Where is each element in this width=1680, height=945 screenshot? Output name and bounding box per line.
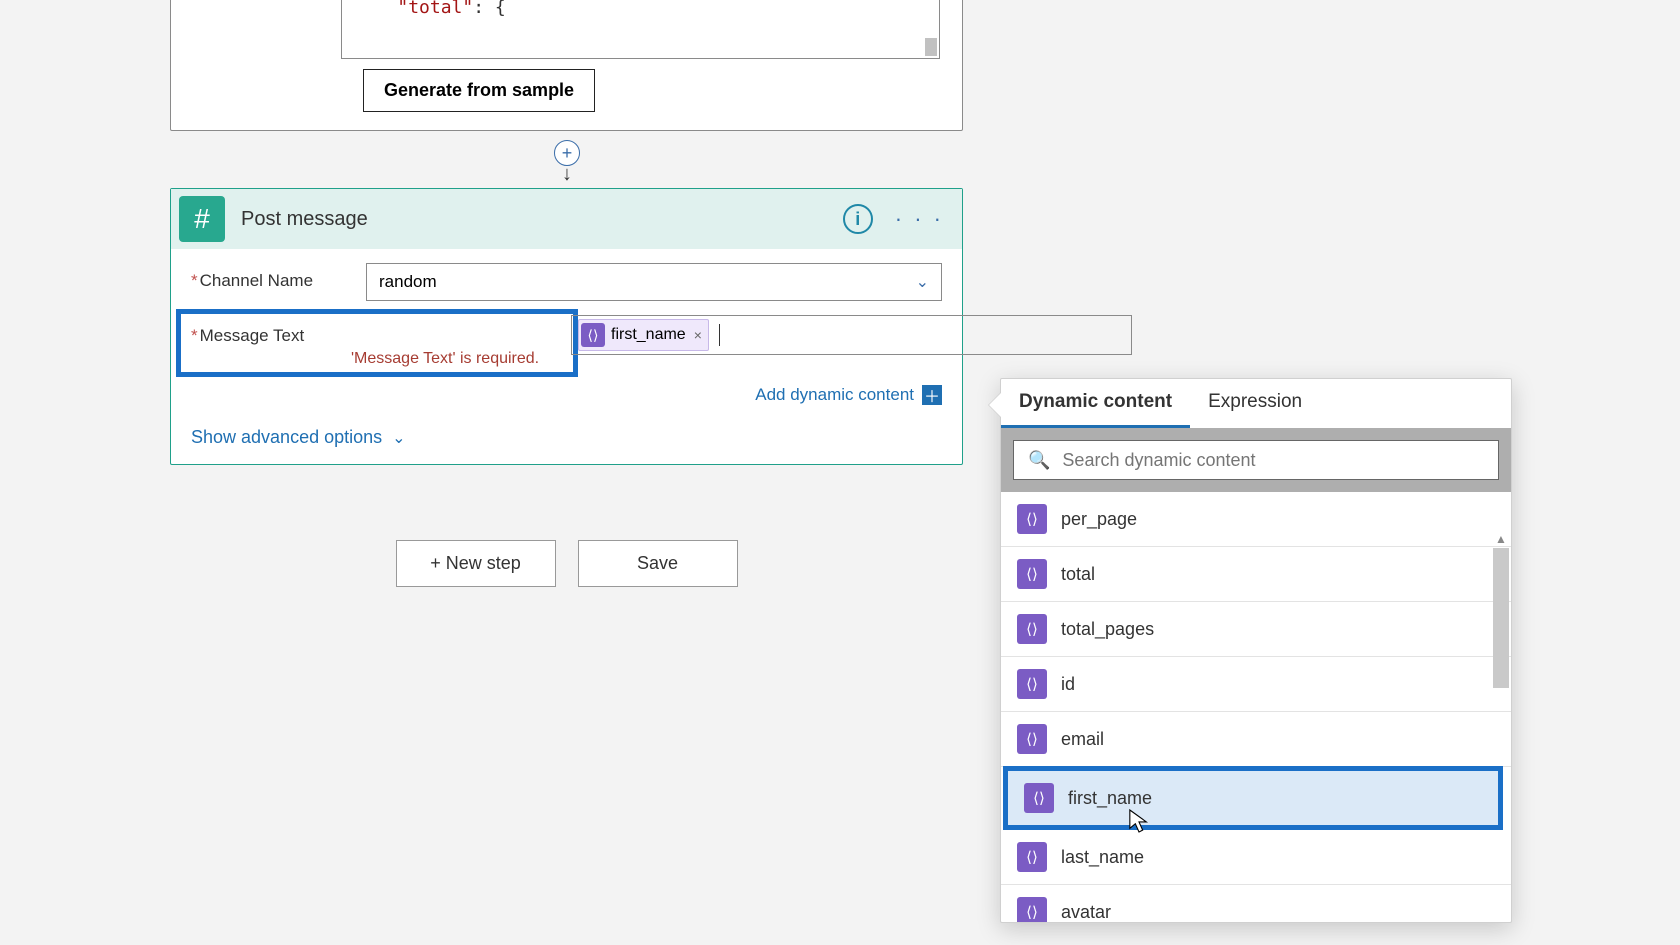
dynamic-item-total[interactable]: ⟨⟩ total — [1001, 547, 1511, 602]
dynamic-item-label: total_pages — [1061, 619, 1154, 640]
token-icon: ⟨⟩ — [1017, 504, 1047, 534]
dynamic-item-label: first_name — [1068, 788, 1152, 809]
chevron-down-icon: ⌄ — [916, 272, 929, 292]
message-text-row: *Message Text 'Message Text' is required… — [191, 309, 942, 377]
popup-tabs: Dynamic content Expression — [1001, 379, 1511, 428]
slack-icon: # — [179, 196, 225, 242]
info-icon[interactable]: i — [843, 204, 873, 234]
post-message-card: # Post message i · · · *Channel Name ran… — [170, 188, 963, 465]
token-icon: ⟨⟩ — [1017, 842, 1047, 872]
new-step-button[interactable]: + New step — [396, 540, 556, 587]
arrow-down-icon: ↓ — [562, 164, 572, 184]
dynamic-item-label: per_page — [1061, 509, 1137, 530]
token-remove-icon[interactable]: × — [694, 327, 702, 343]
search-box[interactable]: 🔍 — [1013, 440, 1499, 480]
dynamic-item-label: id — [1061, 674, 1075, 695]
token-label: first_name — [611, 326, 686, 344]
dynamic-item-avatar[interactable]: ⟨⟩ avatar — [1001, 885, 1511, 922]
scroll-up-icon[interactable]: ▲ — [1495, 532, 1507, 546]
channel-name-value: random — [379, 272, 437, 292]
more-menu-icon[interactable]: · · · — [895, 206, 944, 232]
chevron-down-icon: ⌄ — [392, 428, 405, 448]
token-icon: ⟨⟩ — [1017, 897, 1047, 922]
dynamic-item-id[interactable]: ⟨⟩ id — [1001, 657, 1511, 712]
dynamic-content-list: ▲ ⟨⟩ per_page ⟨⟩ total ⟨⟩ total_pages ⟨⟩ id ⟨⟩ em… — [1001, 492, 1511, 922]
card-title: Post message — [241, 208, 843, 231]
channel-name-row: *Channel Name random ⌄ — [191, 263, 942, 301]
dynamic-item-total_pages[interactable]: ⟨⟩ total_pages — [1001, 602, 1511, 657]
schema-code-box[interactable]: }, "total": { — [341, 0, 940, 59]
dynamic-content-popup: Dynamic content Expression 🔍 ▲ ⟨⟩ per_pag… — [1000, 378, 1512, 923]
channel-name-label: *Channel Name — [191, 263, 366, 291]
search-icon: 🔍 — [1028, 450, 1050, 471]
scrollbar-thumb[interactable] — [925, 38, 937, 56]
dynamic-item-label: last_name — [1061, 847, 1144, 868]
plus-icon: ＋ — [922, 385, 942, 405]
search-input[interactable] — [1062, 450, 1484, 471]
token-icon: ⟨⟩ — [1017, 559, 1047, 589]
save-button[interactable]: Save — [578, 540, 738, 587]
token-icon: ⟨⟩ — [1017, 614, 1047, 644]
tab-dynamic-content[interactable]: Dynamic content — [1001, 379, 1190, 428]
dynamic-item-label: avatar — [1061, 902, 1111, 923]
add-dynamic-content-link[interactable]: Add dynamic content ＋ — [191, 385, 942, 405]
channel-name-select[interactable]: random ⌄ — [366, 263, 942, 301]
card-header[interactable]: # Post message i · · · — [171, 189, 962, 249]
dynamic-item-email[interactable]: ⟨⟩ email — [1001, 712, 1511, 767]
tab-expression[interactable]: Expression — [1190, 379, 1320, 428]
dynamic-item-label: total — [1061, 564, 1095, 585]
message-text-input[interactable]: ⟨⟩ first_name × — [571, 315, 1132, 355]
token-icon: ⟨⟩ — [1024, 783, 1054, 813]
scrollbar[interactable]: ▲ — [1493, 548, 1509, 688]
token-icon: ⟨⟩ — [1017, 669, 1047, 699]
generate-from-sample-button[interactable]: Generate from sample — [363, 69, 595, 112]
dynamic-item-last_name[interactable]: ⟨⟩ last_name — [1001, 830, 1511, 885]
text-cursor — [719, 324, 720, 346]
show-advanced-options-link[interactable]: Show advanced options ⌄ — [191, 427, 406, 448]
dynamic-token-first-name[interactable]: ⟨⟩ first_name × — [578, 319, 709, 351]
add-step-connector[interactable]: + ↓ — [554, 140, 580, 184]
dynamic-item-label: email — [1061, 729, 1104, 750]
token-icon: ⟨⟩ — [1017, 724, 1047, 754]
dynamic-item-per_page[interactable]: ⟨⟩ per_page — [1001, 492, 1511, 547]
message-text-label: *Message Text — [191, 318, 351, 346]
code-line: "total": { — [354, 0, 927, 18]
dynamic-item-first_name[interactable]: ⟨⟩ first_name — [1003, 766, 1503, 830]
previous-step-card: }, "total": { Generate from sample — [170, 0, 963, 131]
token-icon: ⟨⟩ — [581, 323, 605, 347]
